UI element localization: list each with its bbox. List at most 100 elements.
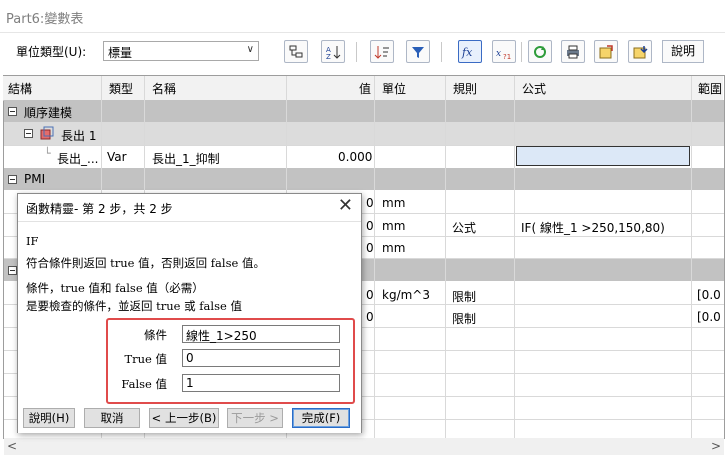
column-header-value[interactable]: 值 (359, 80, 371, 97)
print-icon (567, 45, 579, 58)
parameter-description-2: 是要檢查的條件，並返回 true 或 false 值 (26, 299, 242, 313)
group-row-pmi[interactable] (4, 168, 724, 190)
sort-order-button[interactable] (370, 40, 394, 63)
cell-value[interactable]: 0 (366, 219, 374, 233)
unit-type-select[interactable]: 標量 ∨ (103, 41, 259, 61)
cell-range[interactable]: [0.0 (697, 288, 721, 302)
parameter-description-1: 條件，true 值和 false 值（必需） (26, 281, 204, 295)
column-divider (374, 76, 375, 438)
function-wizard-dialog: 函數精靈- 第 2 步，共 2 步 ✕ IF 符合條件則返回 true 值，否則… (17, 193, 362, 433)
true-value-input[interactable]: 0 (182, 349, 340, 367)
column-divider (691, 76, 692, 438)
group-row-sequential[interactable] (4, 100, 724, 122)
function-name: IF (26, 234, 39, 248)
scroll-left-icon[interactable]: < (7, 439, 17, 453)
close-icon[interactable]: ✕ (338, 195, 353, 216)
cell-unit[interactable]: kg/m^3 (382, 288, 430, 302)
svg-text:fx: fx (461, 46, 473, 59)
column-header-rule[interactable]: 規則 (453, 80, 477, 97)
table-header: 結構 類型 名稱 值 單位 規則 公式 範圍 (3, 76, 723, 101)
group-label-sequential: 順序建模 (24, 106, 73, 120)
cell-range[interactable]: [0.0 (697, 310, 721, 324)
dialog-titlebar: 函數精靈- 第 2 步，共 2 步 ✕ (18, 194, 361, 221)
chevron-down-icon: ∨ (246, 44, 254, 55)
dialog-title: 函數精靈- 第 2 步，共 2 步 (26, 202, 173, 216)
true-value-label: True 值 (124, 352, 167, 366)
column-header-type[interactable]: 類型 (109, 80, 133, 97)
svg-text:?1: ?1 (503, 53, 511, 60)
unit-type-label: 單位類型(U): (16, 45, 87, 59)
cell-value[interactable]: 0 (366, 310, 374, 324)
cell-value[interactable]: 0 (366, 241, 374, 255)
condition-input[interactable]: 線性_1>250 (182, 325, 340, 343)
cell-unit[interactable]: mm (382, 196, 405, 210)
refresh-button[interactable] (528, 40, 552, 63)
collapse-icon[interactable] (24, 129, 33, 138)
column-header-formula[interactable]: 公式 (522, 80, 546, 97)
cell-rule[interactable]: 公式 (452, 219, 476, 236)
column-header-range[interactable]: 範圍 (698, 80, 722, 97)
toolbar-separator (521, 42, 522, 62)
false-value-input[interactable]: 1 (182, 374, 340, 392)
column-divider (514, 76, 515, 438)
export-icon (599, 44, 613, 58)
scroll-right-icon[interactable]: > (711, 439, 721, 453)
column-header-unit[interactable]: 單位 (382, 80, 406, 97)
print-button[interactable] (561, 40, 585, 63)
window-title: Part6:變數表 (6, 12, 84, 27)
sort-order-icon (374, 45, 389, 59)
cell-rule[interactable]: 限制 (452, 288, 476, 305)
dialog-body: IF 符合條件則返回 true 值，否則返回 false 值。 條件，true … (18, 221, 361, 433)
extrude-feature-icon (40, 126, 54, 143)
dialog-cancel-button[interactable]: 取消 (84, 408, 140, 428)
function-description: 符合條件則返回 true 值，否則返回 false 值。 (26, 256, 265, 270)
cell-unit[interactable]: mm (382, 241, 405, 255)
tree-icon (289, 45, 303, 57)
feature-row[interactable] (4, 122, 724, 145)
tree-connector: └ (44, 147, 51, 160)
dialog-next-button[interactable]: 下一步 > (227, 408, 283, 428)
cell-rule[interactable]: 限制 (452, 310, 476, 327)
cell-value[interactable]: 0 (366, 196, 374, 210)
import-button[interactable] (628, 40, 652, 63)
variable-function-icon: x ?1 (496, 49, 511, 60)
sort-az-icon: AZ (326, 45, 341, 60)
collapse-icon[interactable] (8, 266, 17, 275)
cell-name[interactable]: 長出_1_抑制 (152, 150, 220, 167)
export-button[interactable] (594, 40, 618, 63)
condition-label: 條件 (144, 328, 167, 342)
help-button[interactable]: 說明 (662, 40, 704, 63)
cell-type[interactable]: Var (107, 150, 127, 164)
horizontal-scrollbar[interactable]: < > (4, 438, 724, 455)
collapse-icon[interactable] (8, 175, 17, 184)
cell-value[interactable]: 0.000 (338, 150, 372, 164)
false-value-label: False 值 (121, 377, 167, 391)
group-label-pmi: PMI (24, 172, 46, 186)
dialog-help-button[interactable]: 說明(H) (23, 408, 75, 428)
unit-type-value: 標量 (108, 46, 133, 60)
column-header-structure[interactable]: 結構 (8, 80, 32, 97)
column-divider (445, 76, 446, 438)
cell-formula[interactable]: IF( 線性_1 >250,150,80) (521, 219, 665, 236)
dialog-finish-button[interactable]: 完成(F) (292, 408, 350, 428)
function-button[interactable]: fx (458, 40, 482, 63)
feature-label: 長出 1 (61, 129, 97, 143)
formula-cell-selected[interactable] (516, 146, 690, 166)
toolbar-separator (441, 42, 442, 62)
fx-icon: fx (461, 46, 473, 59)
sort-button[interactable]: AZ (321, 40, 345, 63)
toolbar-separator (356, 42, 357, 62)
variable-function-button[interactable]: x ?1 (492, 40, 516, 63)
column-header-name[interactable]: 名稱 (152, 80, 176, 97)
collapse-icon[interactable] (8, 107, 17, 116)
window-titlebar: Part6:變數表 (0, 0, 725, 33)
cell-value[interactable]: 0 (366, 288, 374, 302)
cell-structure[interactable]: 長出_... (57, 150, 98, 167)
cell-unit[interactable]: mm (382, 219, 405, 233)
refresh-icon (534, 45, 546, 58)
filter-icon (412, 46, 424, 58)
dialog-back-button[interactable]: < 上一步(B) (149, 408, 219, 428)
import-icon (633, 45, 648, 58)
filter-button[interactable] (406, 40, 430, 63)
tree-view-button[interactable] (284, 40, 308, 63)
